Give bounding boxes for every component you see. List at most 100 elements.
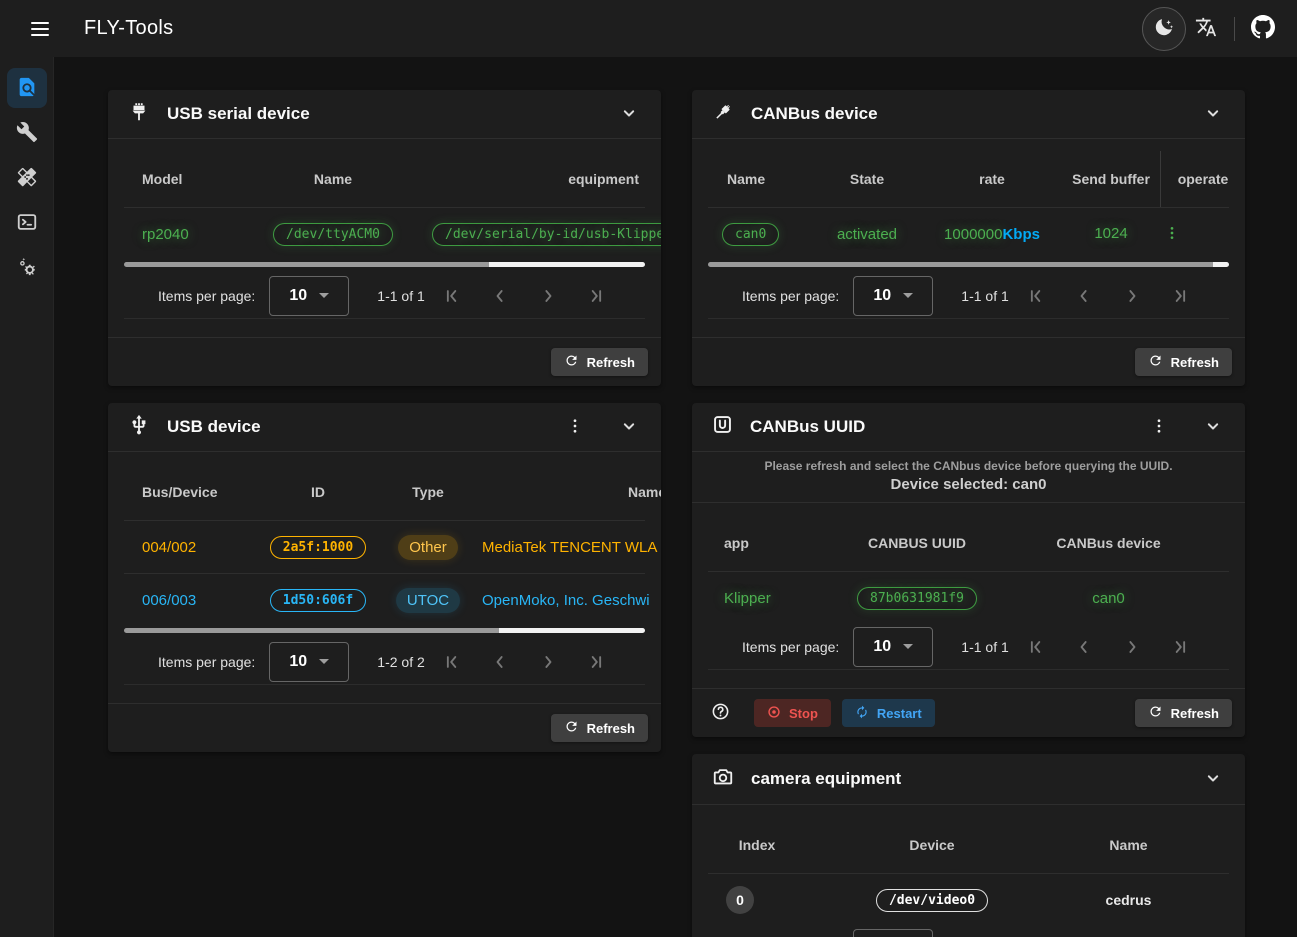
- sidebar-item-device-query[interactable]: [7, 68, 47, 108]
- items-per-page-select[interactable]: 10: [853, 627, 933, 667]
- dark-mode-toggle[interactable]: [1142, 7, 1186, 51]
- last-page-button[interactable]: [1168, 284, 1192, 308]
- items-per-page-label: Items per page:: [158, 288, 255, 304]
- refresh-icon: [564, 353, 579, 371]
- horizontal-scrollbar[interactable]: [124, 628, 645, 633]
- collapse-card-button[interactable]: [609, 94, 649, 134]
- canbus-uuid-card: CANBus UUID Please refresh and select th…: [692, 403, 1245, 737]
- horizontal-scrollbar[interactable]: [708, 262, 1229, 267]
- canbus-uuid-table: app CANBUS UUID CANBus device Klipper 87…: [692, 503, 1245, 624]
- card-title: camera equipment: [751, 769, 901, 789]
- stop-label: Stop: [789, 706, 818, 721]
- refresh-button[interactable]: Refresh: [1135, 699, 1232, 727]
- first-page-button[interactable]: [1024, 284, 1048, 308]
- last-page-button[interactable]: [584, 650, 608, 674]
- equipment-path-chip: /dev/serial/by-id/usb-Klipper_rp2040: [432, 223, 661, 246]
- sidebar-item-terminal[interactable]: [7, 203, 47, 243]
- next-page-button[interactable]: [536, 284, 560, 308]
- first-page-button[interactable]: [440, 284, 464, 308]
- card-title: CANBus UUID: [750, 417, 865, 437]
- find-in-page-icon: [16, 76, 38, 101]
- pagination-bar: Items per page: 10 1-1 of 1: [708, 926, 1229, 937]
- next-page-button[interactable]: [536, 650, 560, 674]
- refresh-label: Refresh: [1171, 706, 1219, 721]
- per-page-value: 10: [873, 287, 891, 305]
- prev-page-button[interactable]: [1072, 635, 1096, 659]
- usb-device-card: USB device Bus/Device ID: [108, 403, 661, 752]
- column-header-name: Name: [248, 171, 418, 187]
- restart-button[interactable]: Restart: [842, 699, 935, 727]
- per-page-value: 10: [289, 653, 307, 671]
- translate-button[interactable]: [1186, 9, 1226, 49]
- help-button[interactable]: [708, 701, 732, 725]
- stop-button[interactable]: Stop: [754, 699, 831, 727]
- left-rail: [0, 57, 54, 937]
- column-header-app: app: [692, 535, 822, 551]
- chevron-down-icon: [1203, 416, 1223, 439]
- horizontal-scrollbar[interactable]: [124, 262, 645, 267]
- items-per-page-select[interactable]: 10: [853, 929, 933, 937]
- items-per-page-select[interactable]: 10: [269, 642, 349, 682]
- table-row: rp2040 /dev/ttyACM0 /dev/serial/by-id/us…: [108, 208, 661, 260]
- menu-icon[interactable]: [20, 9, 60, 49]
- send-buffer-value: 1024: [1062, 224, 1160, 244]
- prev-page-button[interactable]: [1072, 284, 1096, 308]
- usb-device-table: Bus/Device ID Type Name 004/002 2a5f:100…: [108, 452, 661, 633]
- content-area: USB serial device Model Name equipment: [54, 57, 1297, 937]
- index-badge: 0: [726, 886, 754, 914]
- first-page-button[interactable]: [440, 650, 464, 674]
- card-title: USB serial device: [167, 104, 310, 124]
- device-value: can0: [1012, 590, 1245, 607]
- next-page-button[interactable]: [1120, 635, 1144, 659]
- type-badge: UTOC: [396, 588, 460, 613]
- hint-text: Please refresh and select the CANbus dev…: [702, 459, 1235, 473]
- items-per-page-select[interactable]: 10: [269, 276, 349, 316]
- collapse-card-button[interactable]: [1193, 407, 1233, 447]
- last-page-button[interactable]: [584, 284, 608, 308]
- column-header-type: Type: [388, 484, 468, 500]
- items-per-page-label: Items per page:: [742, 288, 839, 304]
- refresh-label: Refresh: [587, 721, 635, 736]
- next-page-button[interactable]: [1120, 284, 1144, 308]
- prev-page-button[interactable]: [488, 284, 512, 308]
- sidebar-item-repair[interactable]: [7, 158, 47, 198]
- row-actions-menu[interactable]: [1160, 222, 1184, 246]
- prev-page-button[interactable]: [488, 650, 512, 674]
- github-button[interactable]: [1243, 9, 1283, 49]
- pagination-bar: Items per page: 10 1-1 of 1: [124, 273, 645, 319]
- sidebar-item-settings[interactable]: [7, 248, 47, 288]
- kebab-menu-icon: [1150, 417, 1168, 438]
- column-header-uuid: CANBUS UUID: [822, 535, 1012, 551]
- healing-icon: [16, 166, 38, 191]
- collapse-card-button[interactable]: [609, 407, 649, 447]
- card-menu-button[interactable]: [1139, 407, 1179, 447]
- usb-serial-device-card: USB serial device Model Name equipment: [108, 90, 661, 386]
- table-row: 006/003 1d50:606f UTOC OpenMoko, Inc. Ge…: [108, 574, 661, 626]
- moon-stars-icon: [1153, 16, 1175, 41]
- caret-down-icon: [319, 659, 329, 664]
- page-range: 1-1 of 1: [961, 639, 1008, 655]
- settings-gears-icon: [16, 256, 38, 281]
- card-menu-button[interactable]: [555, 407, 595, 447]
- uuid-icon: [712, 414, 733, 440]
- pagination-bar: Items per page: 10 1-1 of 1: [708, 273, 1229, 319]
- first-page-button[interactable]: [1024, 635, 1048, 659]
- collapse-card-button[interactable]: [1193, 94, 1233, 134]
- type-badge: Other: [398, 535, 458, 560]
- refresh-button[interactable]: Refresh: [551, 714, 648, 742]
- collapse-card-button[interactable]: [1193, 759, 1233, 799]
- bus-value: 006/003: [108, 592, 248, 609]
- refresh-icon: [1148, 353, 1163, 371]
- column-header-name: Name: [468, 484, 661, 500]
- chevron-down-icon: [619, 103, 639, 126]
- refresh-button[interactable]: Refresh: [1135, 348, 1232, 376]
- card-title: USB device: [167, 417, 261, 437]
- page-range: 1-1 of 1: [377, 288, 424, 304]
- caret-down-icon: [903, 644, 913, 649]
- last-page-button[interactable]: [1168, 635, 1192, 659]
- bus-value: 004/002: [108, 539, 248, 556]
- refresh-button[interactable]: Refresh: [551, 348, 648, 376]
- items-per-page-select[interactable]: 10: [853, 276, 933, 316]
- camera-equipment-card: camera equipment Index Device Name: [692, 754, 1245, 937]
- sidebar-item-tools[interactable]: [7, 113, 47, 153]
